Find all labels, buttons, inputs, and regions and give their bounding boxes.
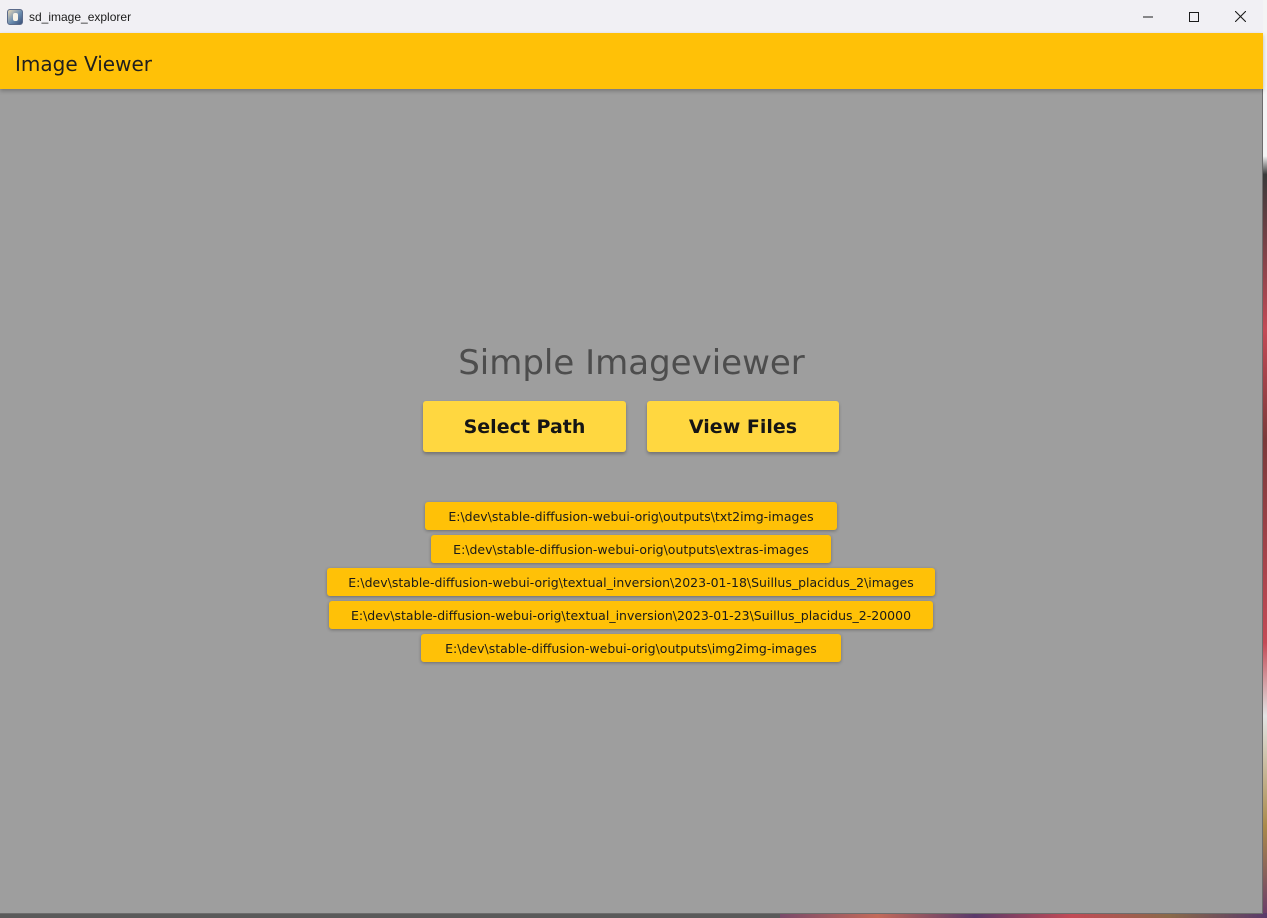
app-bar: Image Viewer [0,33,1263,89]
minimize-icon [1143,16,1153,17]
recent-path-button[interactable]: E:\dev\stable-diffusion-webui-orig\textu… [327,568,935,596]
maximize-icon [1189,11,1199,22]
title-bar[interactable]: sd_image_explorer [0,0,1263,33]
select-path-button[interactable]: Select Path [423,401,626,452]
minimize-button[interactable] [1125,0,1171,33]
view-files-button[interactable]: View Files [647,401,839,452]
app-bar-title: Image Viewer [15,52,152,76]
app-icon [7,9,23,25]
close-button[interactable] [1217,0,1263,33]
page-heading: Simple Imageviewer [458,343,805,383]
maximize-button[interactable] [1171,0,1217,33]
window-title: sd_image_explorer [29,10,132,24]
recent-path-button[interactable]: E:\dev\stable-diffusion-webui-orig\outpu… [421,634,841,662]
recent-path-button[interactable]: E:\dev\stable-diffusion-webui-orig\outpu… [425,502,837,530]
recent-path-button[interactable]: E:\dev\stable-diffusion-webui-orig\textu… [329,601,933,629]
recent-path-button[interactable]: E:\dev\stable-diffusion-webui-orig\outpu… [431,535,831,563]
close-icon [1234,11,1246,22]
app-window: sd_image_explorer Image Viewer Simple Im… [0,0,1263,914]
